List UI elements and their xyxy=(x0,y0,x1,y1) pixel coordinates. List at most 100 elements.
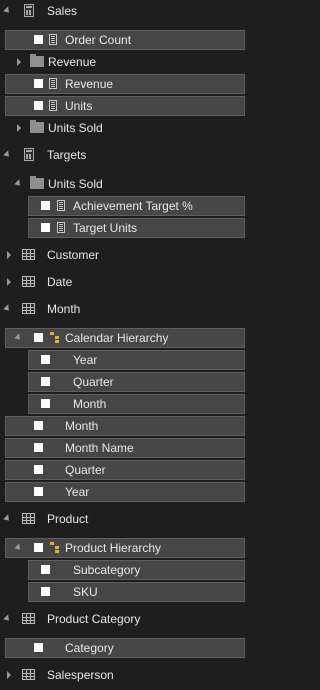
measure-icon xyxy=(57,200,65,211)
table-icon xyxy=(22,613,35,624)
level-quarter[interactable]: Quarter xyxy=(0,371,250,393)
folder-label: Units Sold xyxy=(48,177,103,191)
table-label: Salesperson xyxy=(47,668,114,682)
folder-icon xyxy=(30,120,44,133)
measure-icon xyxy=(49,34,57,45)
checkbox[interactable] xyxy=(41,223,50,232)
field-label: Category xyxy=(65,641,114,655)
field-label: Target Units xyxy=(73,221,138,235)
calculator-icon xyxy=(24,148,34,161)
folder-label: Revenue xyxy=(48,55,97,69)
field-highlight xyxy=(28,582,245,602)
checkbox[interactable] xyxy=(34,487,43,496)
checkbox[interactable] xyxy=(41,201,50,210)
field-order-count[interactable]: Order Count xyxy=(0,29,250,51)
hierarchy-product[interactable]: Product Hierarchy xyxy=(0,537,250,559)
field-highlight xyxy=(28,350,245,370)
checkbox[interactable] xyxy=(34,465,43,474)
field-label: Year xyxy=(65,485,90,499)
checkbox[interactable] xyxy=(34,443,43,452)
folder-targets-units-sold[interactable]: Units Sold xyxy=(0,173,250,195)
chevron-right-icon[interactable] xyxy=(7,671,11,679)
folder-label: Units Sold xyxy=(48,121,103,135)
folder-icon xyxy=(30,54,44,67)
calculator-icon xyxy=(24,4,34,17)
chevron-right-icon[interactable] xyxy=(7,251,11,259)
field-label: Units xyxy=(65,99,93,113)
chevron-down-icon[interactable] xyxy=(3,614,12,623)
field-month-name[interactable]: Month Name xyxy=(0,437,250,459)
table-icon xyxy=(22,249,35,260)
field-label: Calendar Hierarchy xyxy=(65,331,169,345)
table-customer[interactable]: Customer xyxy=(0,244,250,266)
field-label: Quarter xyxy=(65,463,106,477)
folder-revenue[interactable]: Revenue xyxy=(0,51,250,73)
field-quarter[interactable]: Quarter xyxy=(0,459,250,481)
chevron-down-icon[interactable] xyxy=(3,150,12,159)
table-label: Month xyxy=(47,302,81,316)
field-highlight xyxy=(28,372,245,392)
table-label: Customer xyxy=(47,248,100,262)
field-target-units[interactable]: Target Units xyxy=(0,217,250,239)
table-targets[interactable]: Targets xyxy=(0,144,250,166)
table-label: Product Category xyxy=(47,612,141,626)
field-label: Month xyxy=(73,397,107,411)
field-achievement-target[interactable]: Achievement Target % xyxy=(0,195,250,217)
table-icon xyxy=(22,276,35,287)
field-label: Quarter xyxy=(73,375,114,389)
checkbox[interactable] xyxy=(41,355,50,364)
checkbox[interactable] xyxy=(41,587,50,596)
table-product-category[interactable]: Product Category xyxy=(0,608,250,630)
chevron-right-icon[interactable] xyxy=(17,58,21,66)
measure-icon xyxy=(57,222,65,233)
checkbox[interactable] xyxy=(34,79,43,88)
level-subcategory[interactable]: Subcategory xyxy=(0,559,250,581)
checkbox[interactable] xyxy=(34,101,43,110)
table-icon xyxy=(22,669,35,680)
field-units[interactable]: Units xyxy=(0,95,250,117)
table-date[interactable]: Date xyxy=(0,271,250,293)
field-label: SKU xyxy=(73,585,98,599)
table-sales[interactable]: Sales xyxy=(0,0,250,22)
folder-units-sold[interactable]: Units Sold xyxy=(0,117,250,139)
chevron-down-icon[interactable] xyxy=(14,179,23,188)
field-month[interactable]: Month xyxy=(0,415,250,437)
table-label: Targets xyxy=(47,148,87,162)
checkbox[interactable] xyxy=(34,543,43,552)
checkbox[interactable] xyxy=(41,377,50,386)
table-label: Product xyxy=(47,512,89,526)
table-salesperson[interactable]: Salesperson xyxy=(0,664,250,686)
chevron-down-icon[interactable] xyxy=(3,514,12,523)
field-category[interactable]: Category xyxy=(0,637,250,659)
chevron-right-icon[interactable] xyxy=(7,278,11,286)
field-label: Month Name xyxy=(65,441,134,455)
folder-icon xyxy=(30,176,44,189)
chevron-down-icon[interactable] xyxy=(3,304,12,313)
field-label: Month xyxy=(65,419,99,433)
table-label: Sales xyxy=(47,4,78,18)
level-year[interactable]: Year xyxy=(0,349,250,371)
hierarchy-icon xyxy=(50,542,60,554)
field-revenue[interactable]: Revenue xyxy=(0,73,250,95)
checkbox[interactable] xyxy=(41,565,50,574)
hierarchy-icon xyxy=(50,332,60,344)
chevron-down-icon[interactable] xyxy=(3,6,12,15)
field-label: Year xyxy=(73,353,98,367)
checkbox[interactable] xyxy=(34,643,43,652)
checkbox[interactable] xyxy=(34,35,43,44)
measure-icon xyxy=(49,100,57,111)
level-sku[interactable]: SKU xyxy=(0,581,250,603)
table-month[interactable]: Month xyxy=(0,298,250,320)
checkbox[interactable] xyxy=(41,399,50,408)
field-label: Revenue xyxy=(65,77,114,91)
field-year[interactable]: Year xyxy=(0,481,250,503)
checkbox[interactable] xyxy=(34,333,43,342)
hierarchy-calendar[interactable]: Calendar Hierarchy xyxy=(0,327,250,349)
table-product[interactable]: Product xyxy=(0,508,250,530)
field-label: Achievement Target % xyxy=(73,199,193,213)
field-highlight xyxy=(28,394,245,414)
checkbox[interactable] xyxy=(34,421,43,430)
table-icon xyxy=(22,513,35,524)
level-month[interactable]: Month xyxy=(0,393,250,415)
chevron-right-icon[interactable] xyxy=(17,124,21,132)
